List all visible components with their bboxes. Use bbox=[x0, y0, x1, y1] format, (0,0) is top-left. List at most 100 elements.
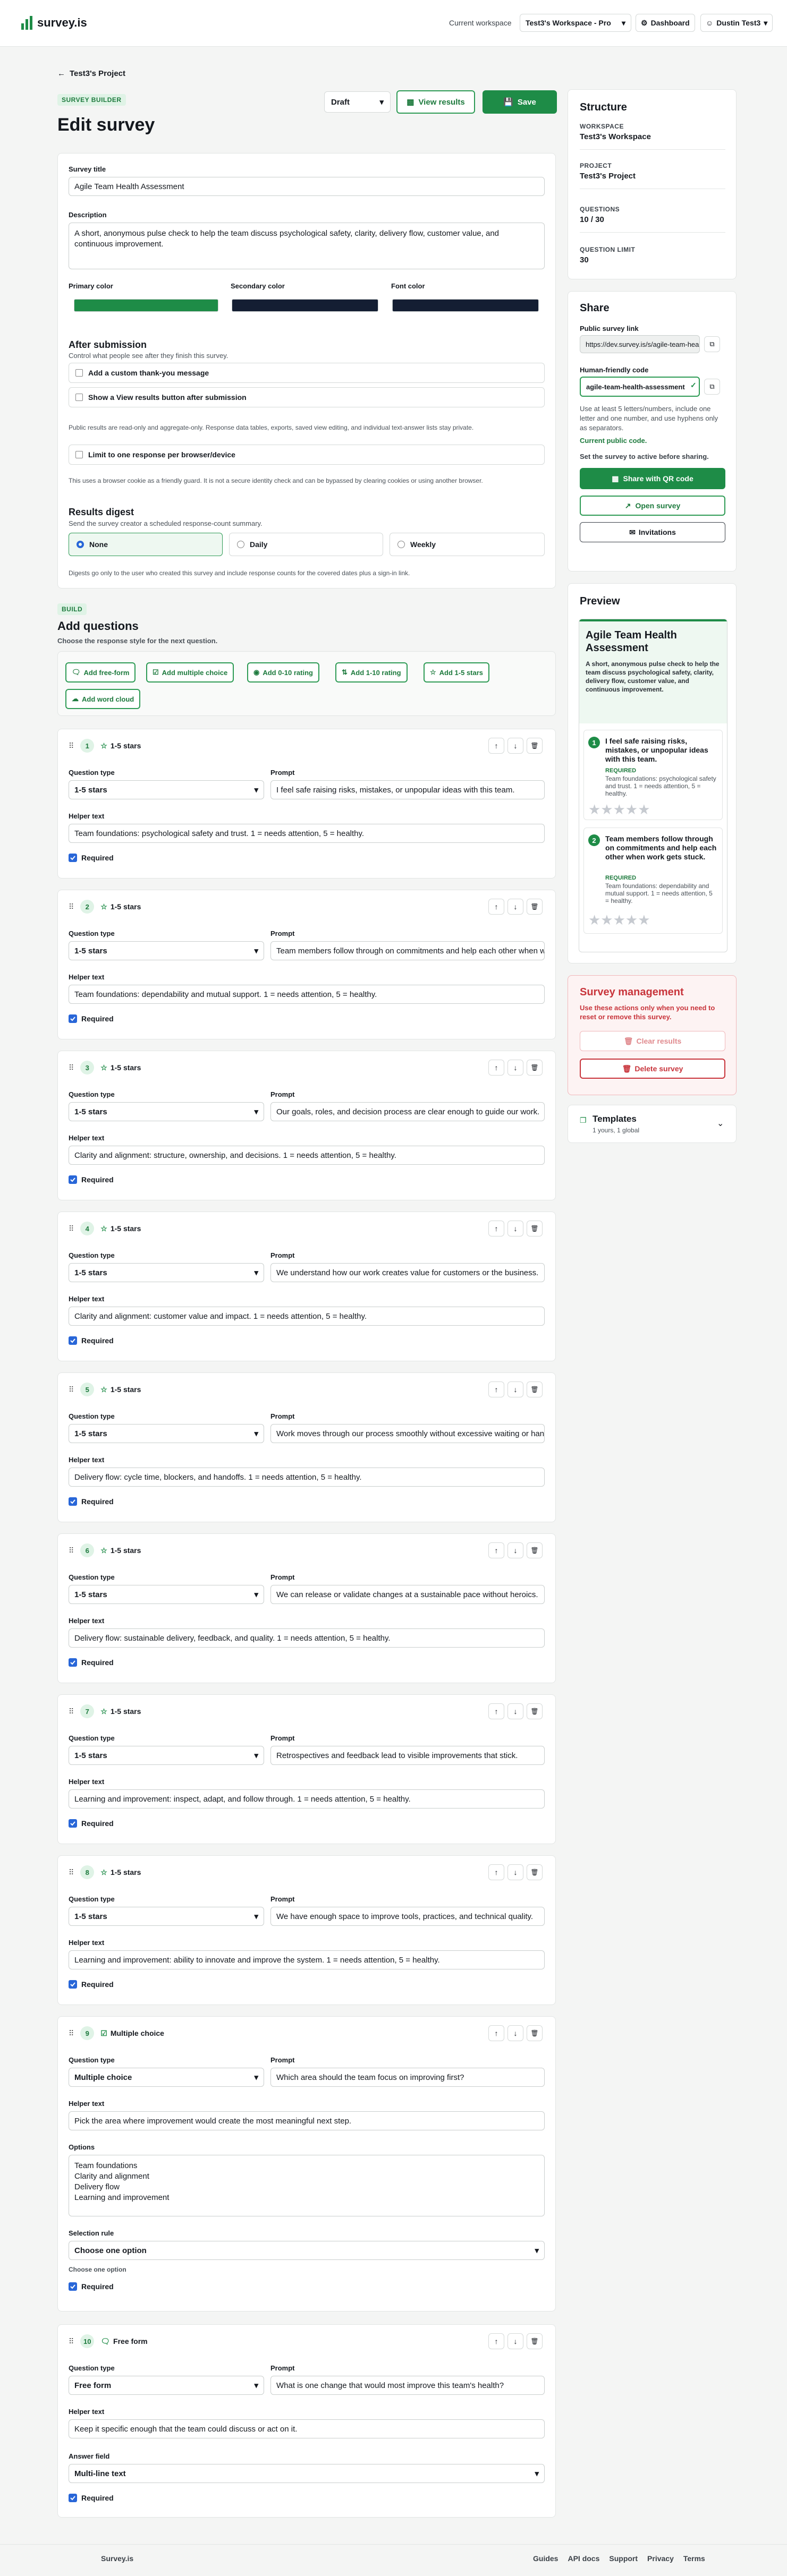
move-down-button[interactable]: ↓ bbox=[507, 738, 523, 754]
move-down-button[interactable]: ↓ bbox=[507, 2333, 523, 2349]
required-checkbox[interactable]: Required bbox=[69, 1497, 114, 1506]
delete-question-button[interactable]: 🗑 bbox=[527, 1221, 543, 1236]
drag-handle-icon[interactable]: ⠿ bbox=[69, 1063, 74, 1072]
question-type-select[interactable]: Free form ▾ bbox=[69, 2376, 264, 2395]
add-0-10-rating-button[interactable]: ◉ Add 0-10 rating bbox=[247, 662, 319, 683]
helper-text-input[interactable]: Delivery flow: sustainable delivery, fee… bbox=[69, 1628, 545, 1648]
drag-handle-icon[interactable]: ⠿ bbox=[69, 2029, 74, 2038]
digest-none-radio[interactable]: None bbox=[69, 533, 223, 556]
code-input[interactable]: agile-team-health-assessment bbox=[580, 377, 700, 397]
helper-text-input[interactable]: Delivery flow: cycle time, blockers, and… bbox=[69, 1468, 545, 1487]
move-down-button[interactable]: ↓ bbox=[507, 1703, 523, 1719]
move-down-button[interactable]: ↓ bbox=[507, 1221, 523, 1236]
prompt-input[interactable]: Our goals, roles, and decision process a… bbox=[270, 1102, 545, 1121]
secondary-color-picker[interactable] bbox=[232, 299, 378, 312]
primary-color-picker[interactable] bbox=[74, 299, 218, 312]
status-select[interactable]: Draft ▾ bbox=[324, 91, 391, 113]
thankyou-checkbox[interactable]: Add a custom thank-you message bbox=[69, 363, 545, 383]
digest-daily-radio[interactable]: Daily bbox=[229, 533, 383, 556]
add-1-10-rating-button[interactable]: ⇅ Add 1-10 rating bbox=[335, 662, 408, 683]
question-type-select[interactable]: 1-5 stars ▾ bbox=[69, 1746, 264, 1765]
delete-question-button[interactable]: 🗑 bbox=[527, 899, 543, 915]
move-up-button[interactable]: ↑ bbox=[488, 1703, 504, 1719]
move-up-button[interactable]: ↑ bbox=[488, 2025, 504, 2041]
required-checkbox[interactable]: Required bbox=[69, 1819, 114, 1828]
footer-link-guides[interactable]: Guides bbox=[533, 2554, 558, 2563]
move-down-button[interactable]: ↓ bbox=[507, 2025, 523, 2041]
back-link[interactable]: ← Test3's Project bbox=[57, 69, 125, 78]
footer-link-api[interactable]: API docs bbox=[568, 2554, 599, 2563]
limit-response-checkbox[interactable]: Limit to one response per browser/device bbox=[69, 445, 545, 465]
drag-handle-icon[interactable]: ⠿ bbox=[69, 1224, 74, 1233]
question-type-select[interactable]: 1-5 stars ▾ bbox=[69, 1585, 264, 1604]
delete-question-button[interactable]: 🗑 bbox=[527, 1703, 543, 1719]
required-checkbox[interactable]: Required bbox=[69, 1014, 114, 1023]
required-checkbox[interactable]: Required bbox=[69, 1175, 114, 1184]
delete-question-button[interactable]: 🗑 bbox=[527, 738, 543, 754]
delete-question-button[interactable]: 🗑 bbox=[527, 1060, 543, 1076]
user-menu-button[interactable]: ☺ Dustin Test3 ▾ bbox=[700, 14, 773, 32]
view-results-button[interactable]: ▩ View results bbox=[396, 90, 475, 114]
question-type-select[interactable]: Multiple choice ▾ bbox=[69, 2068, 264, 2087]
prompt-input[interactable]: I feel safe raising risks, mistakes, or … bbox=[270, 780, 545, 799]
preview-star-rating[interactable]: ★★★★★ bbox=[588, 913, 650, 927]
question-type-select[interactable]: 1-5 stars ▾ bbox=[69, 1424, 264, 1443]
footer-link-terms[interactable]: Terms bbox=[683, 2554, 705, 2563]
public-link-field[interactable]: https://dev.survey.is/s/agile-team-healt… bbox=[580, 335, 700, 353]
question-type-select[interactable]: 1-5 stars ▾ bbox=[69, 780, 264, 799]
footer-link-support[interactable]: Support bbox=[609, 2554, 638, 2563]
add-free-form-button[interactable]: 🗨 Add free-form bbox=[65, 662, 136, 683]
prompt-input[interactable]: We have enough space to improve tools, p… bbox=[270, 1907, 545, 1926]
delete-question-button[interactable]: 🗑 bbox=[527, 2025, 543, 2041]
drag-handle-icon[interactable]: ⠿ bbox=[69, 1868, 74, 1877]
move-down-button[interactable]: ↓ bbox=[507, 1542, 523, 1558]
required-checkbox[interactable]: Required bbox=[69, 1658, 114, 1667]
helper-text-input[interactable]: Team foundations: dependability and mutu… bbox=[69, 985, 545, 1004]
add-multiple-choice-button[interactable]: ☑ Add multiple choice bbox=[146, 662, 234, 683]
add-word-cloud-button[interactable]: ☁ Add word cloud bbox=[65, 689, 141, 709]
helper-text-input[interactable]: Pick the area where improvement would cr… bbox=[69, 2111, 545, 2130]
move-down-button[interactable]: ↓ bbox=[507, 1864, 523, 1880]
preview-star-rating[interactable]: ★★★★★ bbox=[588, 803, 650, 816]
survey-title-input[interactable]: Agile Team Health Assessment bbox=[69, 177, 545, 196]
drag-handle-icon[interactable]: ⠿ bbox=[69, 902, 74, 911]
save-button[interactable]: 💾 Save bbox=[483, 90, 557, 114]
selection-rule-select[interactable]: Choose one option ▾ bbox=[69, 2241, 545, 2260]
delete-question-button[interactable]: 🗑 bbox=[527, 1542, 543, 1558]
delete-question-button[interactable]: 🗑 bbox=[527, 1864, 543, 1880]
clear-results-button[interactable]: 🗑 Clear results bbox=[580, 1031, 725, 1051]
delete-question-button[interactable]: 🗑 bbox=[527, 2333, 543, 2349]
prompt-input[interactable]: Team members follow through on commitmen… bbox=[270, 941, 545, 960]
answer-field-select[interactable]: Multi-line text ▾ bbox=[69, 2464, 545, 2483]
share-qr-button[interactable]: ▦ Share with QR code bbox=[580, 468, 725, 489]
move-down-button[interactable]: ↓ bbox=[507, 1381, 523, 1397]
delete-survey-button[interactable]: 🗑 Delete survey bbox=[580, 1059, 725, 1079]
templates-card[interactable]: ❐ Templates 1 yours, 1 global ⌄ bbox=[568, 1105, 737, 1143]
question-type-select[interactable]: 1-5 stars ▾ bbox=[69, 1907, 264, 1926]
delete-question-button[interactable]: 🗑 bbox=[527, 1381, 543, 1397]
helper-text-input[interactable]: Learning and improvement: ability to inn… bbox=[69, 1950, 545, 1969]
digest-weekly-radio[interactable]: Weekly bbox=[390, 533, 545, 556]
required-checkbox[interactable]: Required bbox=[69, 854, 114, 862]
prompt-input[interactable]: What is one change that would most impro… bbox=[270, 2376, 545, 2395]
drag-handle-icon[interactable]: ⠿ bbox=[69, 1707, 74, 1716]
footer-link-privacy[interactable]: Privacy bbox=[647, 2554, 674, 2563]
question-type-select[interactable]: 1-5 stars ▾ bbox=[69, 1102, 264, 1121]
view-results-checkbox[interactable]: Show a View results button after submiss… bbox=[69, 387, 545, 407]
required-checkbox[interactable]: Required bbox=[69, 1980, 114, 1989]
dashboard-button[interactable]: ⚙ Dashboard bbox=[636, 14, 695, 32]
drag-handle-icon[interactable]: ⠿ bbox=[69, 741, 74, 750]
brand-logo[interactable]: survey.is bbox=[21, 16, 87, 30]
helper-text-input[interactable]: Team foundations: psychological safety a… bbox=[69, 824, 545, 843]
move-up-button[interactable]: ↑ bbox=[488, 899, 504, 915]
prompt-input[interactable]: Which area should the team focus on impr… bbox=[270, 2068, 545, 2087]
drag-handle-icon[interactable]: ⠿ bbox=[69, 2337, 74, 2346]
move-up-button[interactable]: ↑ bbox=[488, 738, 504, 754]
helper-text-input[interactable]: Clarity and alignment: customer value an… bbox=[69, 1307, 545, 1326]
font-color-picker[interactable] bbox=[392, 299, 539, 312]
move-down-button[interactable]: ↓ bbox=[507, 899, 523, 915]
footer-brand[interactable]: Survey.is bbox=[101, 2554, 133, 2563]
question-type-select[interactable]: 1-5 stars ▾ bbox=[69, 1263, 264, 1282]
move-up-button[interactable]: ↑ bbox=[488, 2333, 504, 2349]
description-textarea[interactable]: A short, anonymous pulse check to help t… bbox=[69, 223, 545, 269]
